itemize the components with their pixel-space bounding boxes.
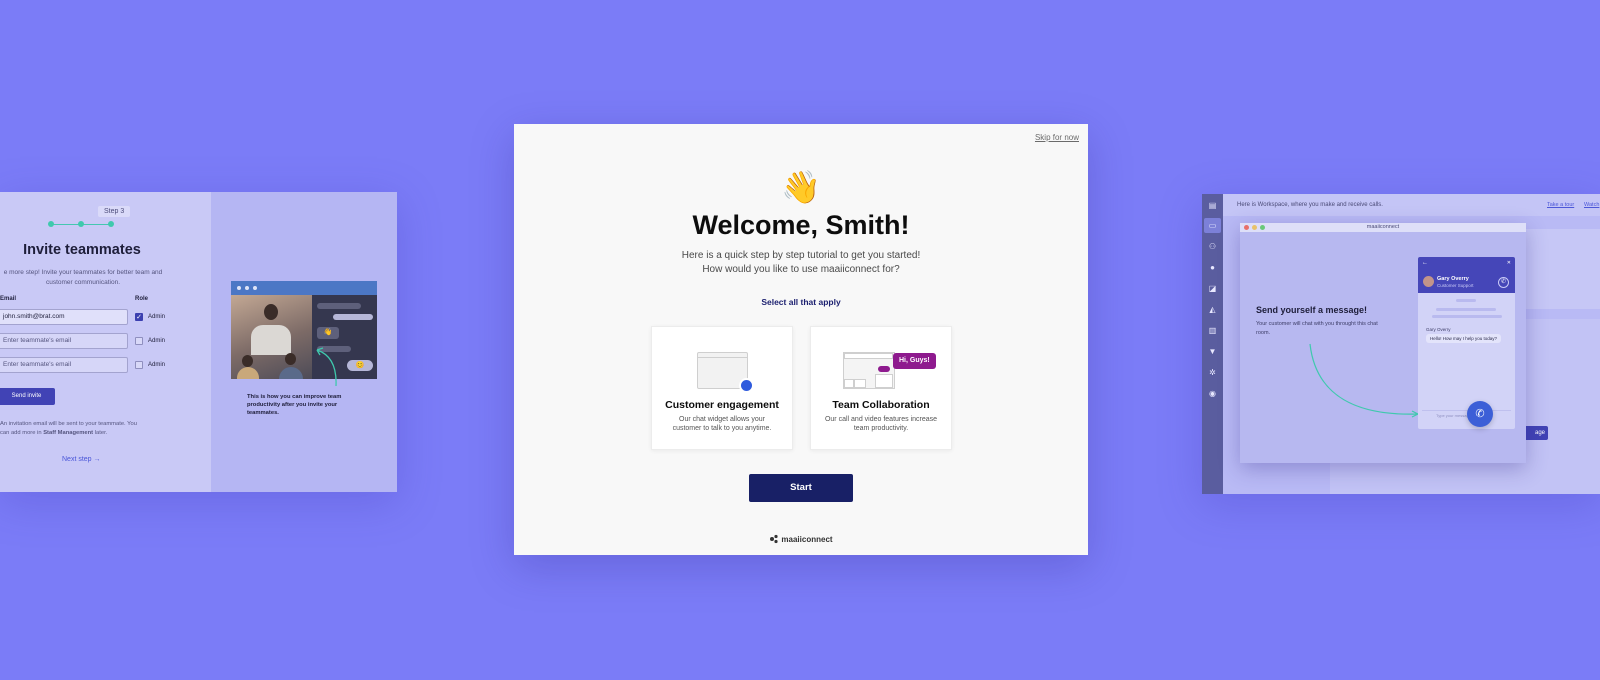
brand-logo: maaiiconnect: [514, 534, 1088, 544]
profile-icon[interactable]: ◉: [1208, 390, 1217, 398]
invite-form-panel: Step 3 Invite teammates e more step! Inv…: [0, 192, 211, 492]
avatar: [1423, 276, 1434, 287]
team-collaboration-option[interactable]: Hi, Guys! Team Collaboration Our call an…: [810, 326, 952, 450]
role-column-header: Role: [135, 296, 149, 302]
staff-management-link[interactable]: Staff Management: [43, 430, 93, 436]
analytics-icon[interactable]: ▥: [1208, 327, 1217, 335]
message-author: Gary Overry: [1426, 327, 1451, 332]
select-all-prompt: Select all that apply: [761, 297, 841, 307]
contacts-icon[interactable]: ⚇: [1208, 243, 1217, 251]
option-description: Our call and video features increase tea…: [824, 416, 938, 432]
location-icon[interactable]: ●: [1208, 264, 1217, 272]
email-field-3[interactable]: Enter teammate's email: [0, 357, 128, 373]
admin-checkbox-1[interactable]: ✓: [135, 313, 143, 321]
start-button[interactable]: Start: [749, 474, 853, 502]
welcome-title: Welcome, Smith!: [692, 210, 910, 240]
menu-icon[interactable]: ▤: [1208, 202, 1217, 210]
workspace-topbar: Here is Workspace, where you make and re…: [1223, 194, 1600, 216]
watch-link[interactable]: Watch: [1584, 202, 1599, 208]
email-field-1[interactable]: john.smith@brat.com: [0, 309, 128, 325]
phone-icon[interactable]: ✆: [1498, 277, 1509, 288]
invite-note: An invitation email will be sent to your…: [0, 421, 137, 436]
admin-label-3: Admin: [148, 362, 166, 368]
back-arrow-icon[interactable]: ←: [1422, 260, 1428, 266]
message-bubble: Hello! How may I help you today?: [1426, 334, 1502, 343]
invite-title: Invite teammates: [23, 242, 141, 258]
illustration-panel: 👋 😊 This is how you can improve team pro…: [211, 192, 397, 492]
tag-icon[interactable]: ◪: [1208, 285, 1217, 293]
option-title: Team Collaboration: [832, 399, 930, 411]
email-field-2[interactable]: Enter teammate's email: [0, 333, 128, 349]
welcome-subtitle: Here is a quick step by step tutorial to…: [681, 250, 921, 275]
admin-checkbox-3[interactable]: [135, 361, 143, 369]
settings-icon[interactable]: ✲: [1208, 369, 1217, 377]
workspace-card: age ▤ ▭ ⚇ ● ◪ ◭ ▥ ▼ ✲ ◉ Here is Workspac…: [1202, 194, 1600, 494]
agent-role: Customer Support: [1437, 283, 1474, 288]
curved-arrow-icon: [1309, 343, 1419, 418]
illustration-caption: This is how you can improve team product…: [247, 394, 342, 416]
invite-teammates-card: Step 3 Invite teammates e more step! Inv…: [0, 192, 397, 492]
workspace-sidebar: ▤ ▭ ⚇ ● ◪ ◭ ▥ ▼ ✲ ◉: [1202, 194, 1223, 494]
curved-arrow-icon: [316, 347, 337, 387]
step-label: Step 3: [98, 206, 131, 217]
chat-widget-preview: ← ✕ Gary Overry Customer Support ✆ Gary …: [1418, 257, 1515, 429]
workspace-hint: Here is Workspace, where you make and re…: [1237, 202, 1383, 208]
chat-icon[interactable]: ▭: [1208, 222, 1217, 230]
skip-for-now-link[interactable]: Skip for now: [1035, 133, 1079, 142]
chat-bubble-icon: [739, 378, 754, 393]
close-icon[interactable]: ✕: [1507, 260, 1511, 266]
smile-emoji-icon: 😊: [347, 360, 373, 371]
chat-bubble-label: Hi, Guys!: [893, 353, 936, 369]
option-description: Our chat widget allows your customer to …: [672, 416, 772, 432]
admin-checkbox-2[interactable]: [135, 337, 143, 345]
send-message-title: Send yourself a message!: [1256, 305, 1368, 315]
waving-hand-icon: 👋: [317, 327, 339, 339]
waving-hand-icon: 👋: [781, 169, 821, 205]
step-progress: [48, 221, 114, 227]
agent-name: Gary Overry: [1437, 276, 1469, 282]
admin-label-2: Admin: [148, 338, 166, 344]
next-step-link[interactable]: Next step →: [62, 456, 101, 463]
send-message-description: Your customer will chat with you through…: [1256, 321, 1378, 336]
welcome-modal: Skip for now 👋 Welcome, Smith! Here is a…: [514, 124, 1088, 555]
video-call-illustration: 👋 😊: [231, 281, 377, 379]
maaiiconnect-window: maaiiconnect Send yourself a message! Yo…: [1240, 223, 1526, 463]
maaiiconnect-logo-icon: [770, 534, 779, 544]
customer-engagement-option[interactable]: Customer engagement Our chat widget allo…: [651, 326, 793, 450]
send-invite-button[interactable]: Send invite: [0, 388, 55, 405]
phone-fab-icon[interactable]: ✆: [1467, 401, 1493, 427]
window-titlebar: maaiiconnect: [1240, 223, 1526, 232]
cart-icon[interactable]: ▼: [1208, 348, 1217, 356]
take-a-tour-link[interactable]: Take a tour: [1547, 202, 1574, 208]
email-column-header: Email: [0, 296, 17, 302]
option-title: Customer engagement: [665, 399, 779, 411]
admin-label-1: Admin: [148, 314, 166, 320]
announcement-icon[interactable]: ◭: [1208, 306, 1217, 314]
video-feed-image: [231, 295, 312, 379]
invite-description: e more step! Invite your teammates for b…: [3, 269, 163, 286]
